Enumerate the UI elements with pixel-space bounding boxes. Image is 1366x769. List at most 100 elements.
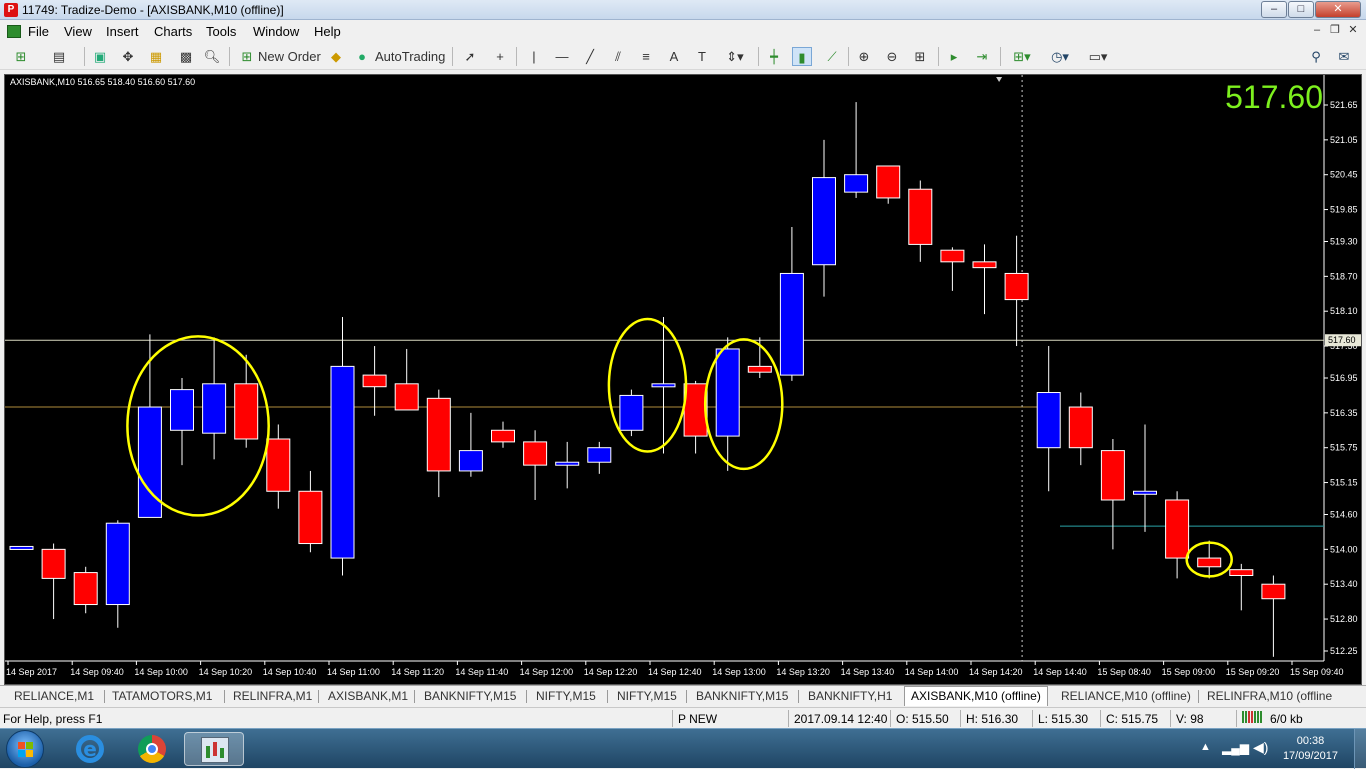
equidistant-channel-icon[interactable]: ⫽ [608, 47, 628, 66]
bear-candle [1068, 406, 1093, 449]
periods-dropdown-icon[interactable]: ◷▾ [1044, 47, 1076, 66]
menu-icon[interactable] [7, 24, 21, 39]
trendline-icon[interactable]: ╱ [580, 47, 600, 66]
autotrading-button[interactable]: AutoTrading [375, 47, 445, 66]
app-icon: P [4, 3, 18, 17]
menu-help[interactable]: Help [314, 24, 341, 39]
market-watch-icon[interactable]: ▣ [90, 47, 110, 66]
arrows-dropdown-icon[interactable]: ⇕▾ [720, 47, 750, 66]
bear-candle [1100, 450, 1125, 501]
bear-candle [683, 383, 708, 437]
chart-header: AXISBANK,M10 516.65 518.40 516.60 517.60 [10, 77, 196, 87]
bull-candle [779, 272, 804, 376]
tab-relinfra-m1[interactable]: RELINFRA,M1 [233, 688, 312, 706]
tab-relinfra-m10-offline[interactable]: RELINFRA,M10 (offline [1207, 688, 1332, 706]
candlestick-chart-icon[interactable]: ▮ [792, 47, 812, 66]
terminal-icon[interactable]: ▩ [176, 47, 196, 66]
bar-chart-icon[interactable]: ┿ [764, 47, 784, 66]
tab-nifty-m15-2[interactable]: NIFTY,M15 [617, 688, 677, 706]
menu-insert[interactable]: Insert [106, 24, 139, 39]
horizontal-line-icon[interactable]: — [552, 47, 572, 66]
tab-banknifty-h1[interactable]: BANKNIFTY,H1 [808, 688, 892, 706]
templates-dropdown-icon[interactable]: ▭▾ [1082, 47, 1114, 66]
status-volume: V: 98 [1176, 712, 1204, 726]
menu-charts[interactable]: Charts [154, 24, 192, 39]
bull-candle [1133, 490, 1157, 495]
mdi-close-button[interactable]: ✕ [1345, 24, 1361, 38]
crosshair-icon[interactable]: + [490, 47, 510, 66]
cursor-icon[interactable]: ➚ [460, 47, 480, 66]
metatrader-taskbar-button[interactable] [184, 732, 244, 766]
status-low: L: 515.30 [1038, 712, 1089, 726]
price-tick-label: 513.40 [1330, 579, 1358, 589]
current-price-label: 517.60 [1328, 335, 1356, 345]
menu-window[interactable]: Window [253, 24, 299, 39]
bear-candle [523, 441, 548, 466]
price-chart[interactable]: 521.65 521.05 520.45 519.85 519.30 518.70 518.… [4, 74, 1362, 685]
zoom-out-icon[interactable]: ⊖ [882, 47, 902, 66]
internet-explorer-icon[interactable]: e [60, 732, 120, 766]
tab-axisbank-m10-offline[interactable]: AXISBANK,M10 (offline) [904, 686, 1048, 706]
new-order-button[interactable]: New Order [258, 47, 321, 66]
bull-candle [812, 177, 836, 266]
menu-bar: File View Insert Charts Tools Window Hel… [0, 20, 1366, 42]
tab-axisbank-m1[interactable]: AXISBANK,M1 [328, 688, 408, 706]
mdi-restore-button[interactable]: ❐ [1327, 24, 1343, 38]
search-icon[interactable]: ⚲ [1306, 47, 1326, 66]
line-chart-icon[interactable]: ⟋ [822, 47, 842, 66]
tab-reliance-m1[interactable]: RELIANCE,M1 [14, 688, 94, 706]
chart-canvas[interactable]: 521.65 521.05 520.45 519.85 519.30 518.70 518.… [5, 75, 1361, 684]
tile-windows-icon[interactable]: ⊞ [910, 47, 930, 66]
new-chart-icon[interactable]: ⊞ [10, 47, 32, 66]
bear-candle [41, 548, 66, 579]
tab-tatamotors-m1[interactable]: TATAMOTORS,M1 [112, 688, 212, 706]
volume-icon[interactable]: ◀) [1253, 739, 1268, 756]
chart-shift-icon[interactable]: ⇥ [972, 47, 992, 66]
autotrading-icon[interactable]: ● [352, 47, 372, 66]
tab-banknifty-m15[interactable]: BANKNIFTY,M15 [424, 688, 516, 706]
minimize-button[interactable]: – [1261, 1, 1287, 18]
time-tick-label: 14 Sep 11:20 [391, 667, 444, 677]
time-tick-label: 15 Sep 08:40 [1097, 667, 1151, 677]
price-tick-label: 518.10 [1330, 306, 1358, 316]
tab-nifty-m15[interactable]: NIFTY,M15 [536, 688, 596, 706]
new-order-icon[interactable]: ⊞ [236, 47, 258, 66]
indicators-dropdown-icon[interactable]: ⊞▾ [1006, 47, 1038, 66]
zoom-in-icon[interactable]: ⊕ [854, 47, 874, 66]
menu-view[interactable]: View [64, 24, 92, 39]
profiles-icon[interactable]: ▤ [48, 47, 70, 66]
menu-file[interactable]: File [28, 24, 49, 39]
show-desktop-button[interactable] [1354, 729, 1366, 769]
menu-tools[interactable]: Tools [206, 24, 236, 39]
autoscroll-icon[interactable]: ▸ [944, 47, 964, 66]
price-tick-label: 516.35 [1330, 408, 1358, 418]
strategy-tester-icon[interactable]: 🔍︎ [202, 47, 222, 66]
mdi-minimize-button[interactable]: – [1309, 24, 1325, 38]
status-open: O: 515.50 [896, 712, 949, 726]
data-window-icon[interactable]: ▦ [146, 47, 166, 66]
show-hidden-icons-icon[interactable]: ▲ [1200, 741, 1211, 753]
time-tick-label: 14 Sep 11:00 [327, 667, 380, 677]
chrome-icon[interactable] [122, 732, 182, 766]
big-price: 517.60 [1225, 79, 1323, 115]
metaeditor-icon[interactable]: ◆ [326, 47, 346, 66]
price-tick-label: 521.05 [1330, 135, 1358, 145]
time-tick-label: 14 Sep 10:00 [134, 667, 188, 677]
fibonacci-icon[interactable]: ≡ [636, 47, 656, 66]
bear-candle [1229, 569, 1254, 576]
tab-reliance-m10-offline[interactable]: RELIANCE,M10 (offline) [1061, 688, 1191, 706]
price-tick-label: 515.75 [1330, 443, 1358, 453]
price-tick-label: 514.00 [1330, 544, 1358, 554]
chat-icon[interactable]: ✉ [1334, 47, 1354, 66]
navigator-icon[interactable]: ✥ [118, 47, 138, 66]
tab-banknifty-m15-2[interactable]: BANKNIFTY,M15 [696, 688, 788, 706]
text-tool-icon[interactable]: A [664, 47, 684, 66]
text-label-icon[interactable]: T [692, 47, 712, 66]
network-icon[interactable]: ▂▄▆ [1222, 741, 1249, 755]
system-clock[interactable]: 00:38 17/09/2017 [1283, 734, 1338, 764]
maximize-button[interactable]: □ [1288, 1, 1314, 18]
close-button[interactable]: ✕ [1315, 1, 1361, 18]
bear-candle [1165, 499, 1190, 559]
start-button[interactable] [6, 730, 44, 768]
vertical-line-icon[interactable]: | [524, 47, 544, 66]
